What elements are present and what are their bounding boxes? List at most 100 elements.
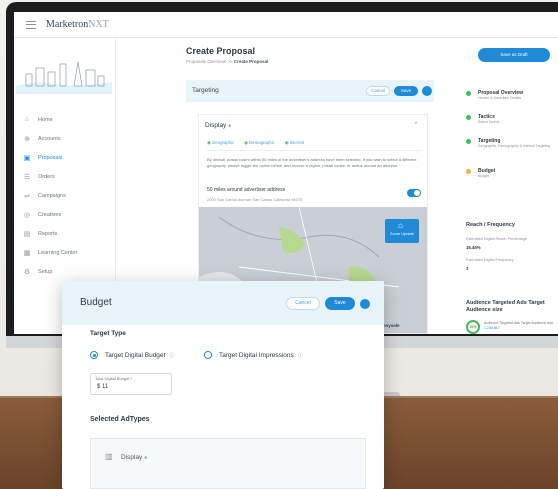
reach-percentage-label: Estimated Digital Reach Percentage — [466, 237, 527, 241]
logo-suffix: NXT — [88, 19, 109, 30]
step-proposal-overview[interactable]: Proposal Overview Header & Advertiser Det… — [466, 90, 556, 114]
step-pending-icon — [466, 169, 471, 174]
save-draft-button[interactable]: Save as Draft — [478, 48, 550, 62]
sidebar-item-label: Campaigns — [38, 192, 66, 199]
frequency-value: 3 — [466, 266, 469, 271]
display-card-title: Display ● — [205, 122, 231, 129]
step-subtitle: Geographic, Demographic & Interest Targe… — [478, 144, 551, 148]
step-done-icon — [466, 115, 471, 120]
budget-card: Budget Cancel Save Target Type Target Di… — [62, 281, 384, 489]
selected-adtypes-label: Selected AdTypes — [90, 416, 150, 423]
check-circle-icon: ● — [228, 123, 232, 129]
target-type-label: Target Type — [90, 330, 126, 337]
adtype-name-label: Display — [121, 454, 143, 461]
adtype-display-card[interactable]: ▥ Display ● — [90, 438, 366, 489]
step-done-icon — [466, 91, 471, 96]
sidebar-item-label: Learning Center — [38, 249, 78, 256]
campaigns-icon: ⇌ — [24, 192, 30, 200]
total-digital-budget-label: Total Digital Budget * — [95, 376, 133, 381]
tab-geographic[interactable]: Geographic — [207, 140, 234, 146]
sidebar-item-learning-center[interactable]: ▦ Learning Center — [22, 243, 114, 262]
step-targeting[interactable]: Targeting Geographic, Demographic & Inter… — [466, 138, 556, 168]
sidebar-item-label: Setup — [38, 268, 53, 275]
display-ad-icon: ▥ — [105, 452, 113, 461]
audience-size-text: Audience Targeted Ads Target Audience si… — [484, 321, 554, 330]
targeting-save-button[interactable]: Save — [394, 86, 418, 96]
frequency-label: Estimated Digital Frequency — [466, 258, 514, 262]
adtype-name: Display ● — [121, 454, 147, 461]
targeting-title: Targeting — [192, 87, 219, 94]
target-digital-budget-radio[interactable]: Target Digital Budget ⓘ — [90, 351, 174, 359]
total-digital-budget-value[interactable]: $ 11 — [97, 384, 108, 390]
advertiser-address: 2000 San Carlos Avenue San Carlos Califo… — [207, 197, 303, 202]
reach-percentage-value: 15.45% — [466, 245, 481, 250]
sidebar-item-creatives[interactable]: ◎ Creatives — [22, 205, 114, 224]
target-digital-budget-label: Target Digital Budget — [105, 351, 166, 359]
orders-icon: ☰ — [23, 173, 31, 181]
chevron-up-icon[interactable]: ⌃ — [413, 121, 419, 129]
step-tactics[interactable]: Tactics Select Tactics — [466, 114, 556, 138]
setup-icon: ⚙ — [23, 268, 31, 276]
step-list: Proposal Overview Header & Advertiser Det… — [466, 90, 556, 192]
step-subtitle: Header & Advertiser Details — [478, 96, 521, 100]
sidebar-item-home[interactable]: ⌂ Home — [22, 110, 114, 129]
breadcrumb: Proposals Overview >> Create Proposal — [186, 59, 268, 64]
sidebar-nav: ⌂ Home ⊕ Accounts ▣ Proposals ☰ Orders ⇌ Camp… — [22, 110, 114, 281]
sidebar-item-label: Accounts — [38, 135, 61, 142]
radio-unselected-icon — [204, 351, 212, 359]
sidebar-item-accounts[interactable]: ⊕ Accounts — [22, 129, 114, 148]
app-logo[interactable]: MarketronNXT — [46, 19, 109, 30]
audience-size-title: Audience Targeted Ads Target Audience si… — [466, 300, 545, 313]
radio-selected-icon — [90, 351, 98, 359]
targeting-more-icon[interactable] — [422, 86, 432, 96]
accounts-icon: ⊕ — [24, 135, 30, 143]
sidebar-item-setup[interactable]: ⚙ Setup — [22, 262, 114, 281]
budget-save-button[interactable]: Save — [325, 297, 355, 310]
step-subtitle: Select Tactics — [478, 120, 500, 124]
page-title: Create Proposal — [186, 46, 256, 56]
top-bar: MarketronNXT — [14, 12, 558, 38]
city-skyline-illustration — [16, 61, 112, 94]
check-circle-icon: ● — [144, 455, 148, 461]
sidebar-item-label: Home — [38, 116, 53, 123]
step-done-icon — [466, 139, 471, 144]
proposals-icon: ▣ — [23, 154, 31, 162]
targeting-section-header: Targeting Cancel Save — [186, 80, 434, 102]
total-digital-budget-field[interactable]: Total Digital Budget * $ 11 — [90, 373, 172, 395]
menu-icon[interactable] — [26, 20, 36, 29]
home-icon: ⌂ — [24, 116, 30, 123]
budget-cancel-button[interactable]: Cancel — [286, 297, 320, 310]
targeting-type-tabs: Geographic Demographic Interest — [207, 140, 421, 151]
target-digital-impressions-label: Target Digital Impressions — [219, 351, 294, 359]
tab-demographic[interactable]: Demographic — [244, 140, 275, 146]
progress-panel: Save as Draft Proposal Overview Header & … — [448, 38, 558, 334]
tab-interest[interactable]: Interest — [285, 140, 304, 146]
sidebar-item-reports[interactable]: ▤ Reports — [22, 224, 114, 243]
learning-icon: ▦ — [23, 249, 31, 257]
geo-override-toggle[interactable] — [407, 189, 421, 197]
budget-more-icon[interactable] — [360, 299, 370, 309]
radius-label: 50 miles around advertiser address — [207, 187, 286, 193]
info-icon: ⓘ — [169, 352, 175, 359]
breadcrumb-parent[interactable]: Proposals Overview — [186, 59, 226, 64]
step-subtitle: Budget — [478, 174, 490, 178]
sidebar-item-label: Reports — [38, 230, 58, 237]
target-digital-impressions-radio[interactable]: Target Digital Impressions ⓘ — [204, 351, 303, 359]
sidebar-item-label: Proposals — [38, 154, 63, 161]
audience-percentage-ring: 29% — [466, 320, 480, 334]
audience-size-description: Audience Targeted Ads Target Audience si… — [484, 321, 554, 325]
creatives-icon: ◎ — [23, 211, 31, 219]
sidebar-item-label: Orders — [38, 173, 55, 180]
reach-frequency-title: Reach / Frequency — [466, 222, 515, 228]
sidebar-item-campaigns[interactable]: ⇌ Campaigns — [22, 186, 114, 205]
sidebar-item-orders[interactable]: ☰ Orders — [22, 167, 114, 186]
display-card-label: Display — [205, 122, 227, 129]
info-icon: ⓘ — [297, 352, 303, 359]
geo-description: By default, postal codes within 50 miles… — [207, 157, 417, 168]
audience-size-link[interactable]: 1,234,567 — [484, 326, 500, 330]
budget-header: Budget Cancel Save — [62, 281, 384, 325]
map-zoom-update-button[interactable]: Zoom Update — [385, 219, 419, 243]
step-budget[interactable]: Budget Budget — [466, 168, 556, 192]
sidebar-item-proposals[interactable]: ▣ Proposals — [22, 148, 114, 167]
targeting-cancel-button[interactable]: Cancel — [366, 86, 390, 96]
